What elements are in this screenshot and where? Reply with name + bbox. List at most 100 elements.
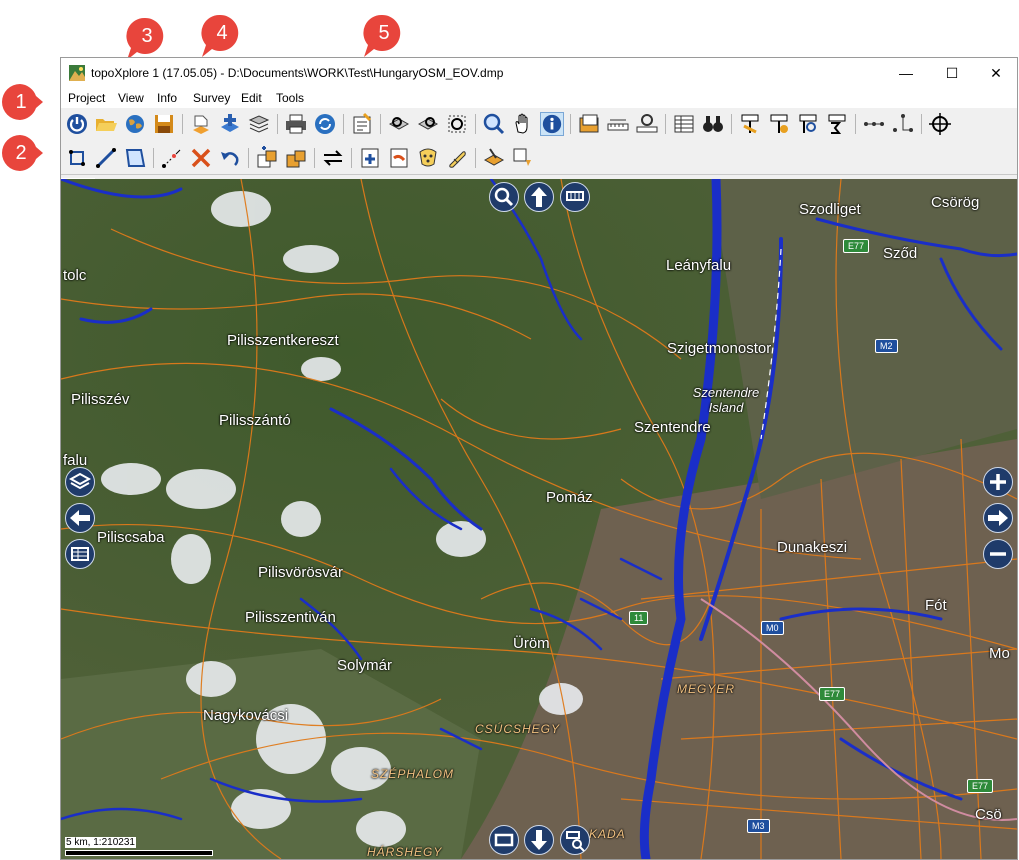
place-label: Pilisvörösvár [258, 564, 344, 581]
globe-icon[interactable] [123, 112, 147, 136]
menu-tools[interactable]: Tools [276, 91, 304, 105]
measure-ruler-icon[interactable] [606, 112, 630, 136]
place-label: MEGYER [677, 682, 736, 696]
survey-point-icon[interactable] [738, 112, 762, 136]
menu-edit[interactable]: Edit [241, 91, 262, 105]
place-label: Pomáz [546, 489, 593, 506]
fill-icon[interactable] [416, 146, 440, 170]
binoculars-icon[interactable] [701, 112, 725, 136]
zoom-selection-icon[interactable] [445, 112, 469, 136]
delete-icon[interactable] [189, 146, 213, 170]
menu-survey[interactable]: Survey [193, 91, 230, 105]
place-label: KADA [589, 827, 626, 841]
place-label: Szentendre Island [692, 385, 760, 415]
toolbar-separator [277, 114, 278, 134]
road-shield: E77 [843, 239, 870, 253]
copy-to-layer-icon[interactable] [255, 146, 279, 170]
search-icon [494, 187, 514, 207]
place-label: SZÉPHALOM [371, 767, 455, 781]
road-shield: 11 [629, 611, 649, 625]
print-icon[interactable] [284, 112, 308, 136]
place-label: Nagykovácsi [203, 707, 289, 724]
undo-icon[interactable] [218, 146, 242, 170]
map-search-button[interactable] [489, 182, 519, 212]
survey-search-button[interactable] [560, 825, 590, 855]
survey-search-icon [566, 831, 585, 852]
toolbar-separator [248, 148, 249, 168]
toolbar-separator [475, 148, 476, 168]
pan-up-button[interactable] [524, 182, 554, 212]
draw-line-icon[interactable] [94, 146, 118, 170]
refresh-icon[interactable] [313, 112, 337, 136]
map-view[interactable]: Szodliget Csörög Leányfalu Sződ tolc Pil… [61, 179, 1017, 859]
menu-project[interactable]: Project [68, 91, 105, 105]
survey-sum-icon[interactable] [825, 112, 849, 136]
target-icon[interactable] [928, 112, 952, 136]
select-node-icon[interactable] [65, 146, 89, 170]
place-label: Pilisszentkereszt [227, 332, 339, 349]
open-folder-icon[interactable] [94, 112, 118, 136]
ortho-icon[interactable] [577, 112, 601, 136]
zoom-in-button[interactable] [983, 467, 1013, 497]
road-shield: M3 [747, 819, 770, 833]
main-toolbar [61, 108, 1017, 140]
add-layers-icon[interactable] [218, 112, 242, 136]
power-icon[interactable] [65, 112, 89, 136]
maximize-button[interactable]: ☐ [929, 58, 975, 88]
place-label: Szigetmonostor [667, 340, 772, 357]
move-vertex-icon[interactable] [160, 146, 184, 170]
toolbar-separator [665, 114, 666, 134]
full-extent-button[interactable] [489, 825, 519, 855]
minimize-button[interactable]: — [883, 58, 929, 88]
legend-icon [71, 547, 89, 561]
measure-area-icon[interactable] [635, 112, 659, 136]
merge-icon[interactable] [511, 146, 535, 170]
zoom-out-button[interactable] [983, 539, 1013, 569]
coordinate-icon[interactable] [891, 112, 915, 136]
pan-down-button[interactable] [524, 825, 554, 855]
zoom-extent-icon[interactable] [387, 112, 411, 136]
table-icon[interactable] [672, 112, 696, 136]
polyline-icon[interactable] [862, 112, 886, 136]
pan-right-button[interactable] [983, 503, 1013, 533]
callout-3: 3 [123, 16, 167, 60]
new-feature-icon[interactable] [358, 146, 382, 170]
plus-icon [990, 474, 1006, 490]
layers-button[interactable] [65, 467, 95, 497]
save-icon[interactable] [152, 112, 176, 136]
legend-button[interactable] [65, 539, 95, 569]
info-icon[interactable] [540, 112, 564, 136]
toolbar-separator [343, 114, 344, 134]
move-to-layer-icon[interactable] [284, 146, 308, 170]
reverse-direction-icon[interactable] [321, 146, 345, 170]
layers-icon[interactable] [247, 112, 271, 136]
zoom-icon[interactable] [482, 112, 506, 136]
survey-tool-button[interactable] [560, 182, 590, 212]
survey-search-icon[interactable] [796, 112, 820, 136]
pan-hand-icon[interactable] [511, 112, 535, 136]
draw-polygon-icon[interactable] [123, 146, 147, 170]
cut-icon[interactable] [445, 146, 469, 170]
survey-add-icon[interactable] [767, 112, 791, 136]
edit-attributes-icon[interactable] [387, 146, 411, 170]
split-icon[interactable] [482, 146, 506, 170]
place-label: Fót [925, 597, 947, 614]
properties-icon[interactable] [350, 112, 374, 136]
place-label: CSÚCSHEGY [475, 722, 561, 736]
pan-left-button[interactable] [65, 503, 95, 533]
import-icon[interactable] [189, 112, 213, 136]
place-label: Solymár [337, 657, 393, 674]
road-shield: E77 [819, 687, 846, 701]
place-label: Leányfalu [666, 257, 732, 274]
road-shield: M2 [875, 339, 898, 353]
close-button[interactable]: ✕ [973, 58, 1019, 88]
zoom-layer-icon[interactable] [416, 112, 440, 136]
place-label: HÁRSHEGY [367, 845, 443, 859]
menu-view[interactable]: View [118, 91, 144, 105]
arrow-right-icon [988, 510, 1008, 526]
toolbar-separator [731, 114, 732, 134]
arrow-down-icon [531, 830, 547, 850]
menu-bar: Project View Info Survey Edit Tools [61, 88, 1017, 108]
menu-info[interactable]: Info [157, 91, 177, 105]
map-canvas [61, 179, 1017, 859]
